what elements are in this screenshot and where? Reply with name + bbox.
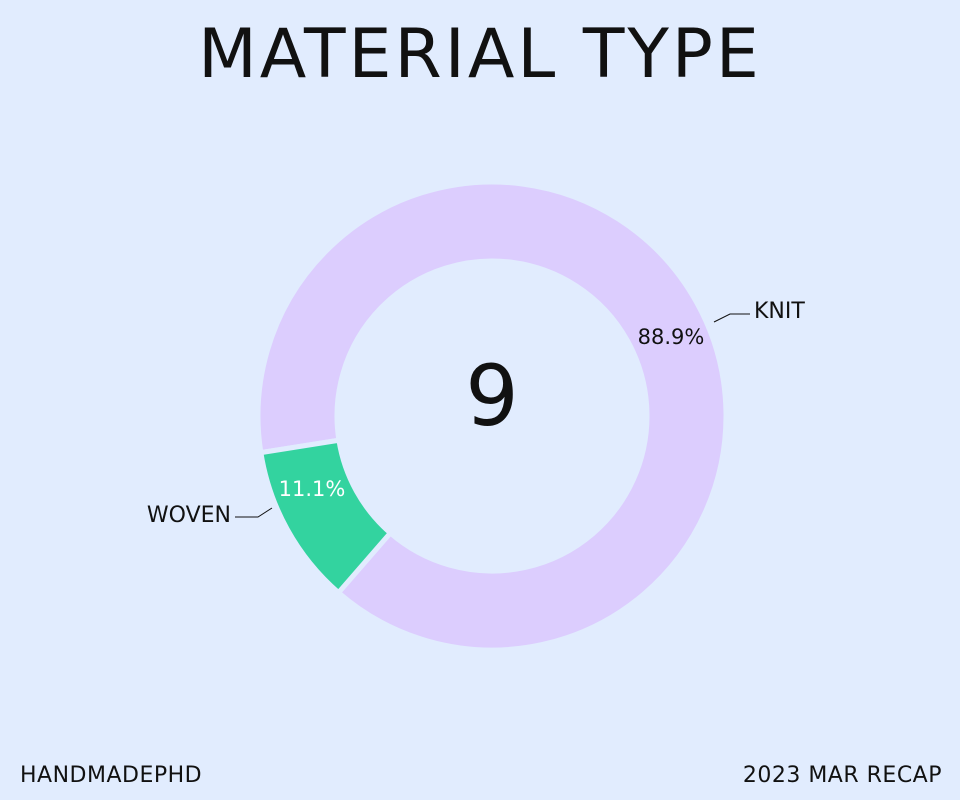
leader-line-woven (235, 507, 273, 518)
leader-line-knit (713, 313, 750, 323)
percent-label-woven: 11.1% (279, 477, 346, 501)
donut-chart: 88.9% 11.1% KNIT WOVEN 9 (147, 179, 805, 653)
footer-brand: HANDMADEPHD (20, 763, 203, 788)
footer-recap-label: 2023 MAR RECAP (742, 763, 942, 788)
category-label-woven: WOVEN (147, 503, 231, 528)
category-label-knit: KNIT (754, 299, 805, 324)
center-total-label: 9 (465, 347, 518, 445)
percent-label-knit: 88.9% (638, 325, 705, 349)
